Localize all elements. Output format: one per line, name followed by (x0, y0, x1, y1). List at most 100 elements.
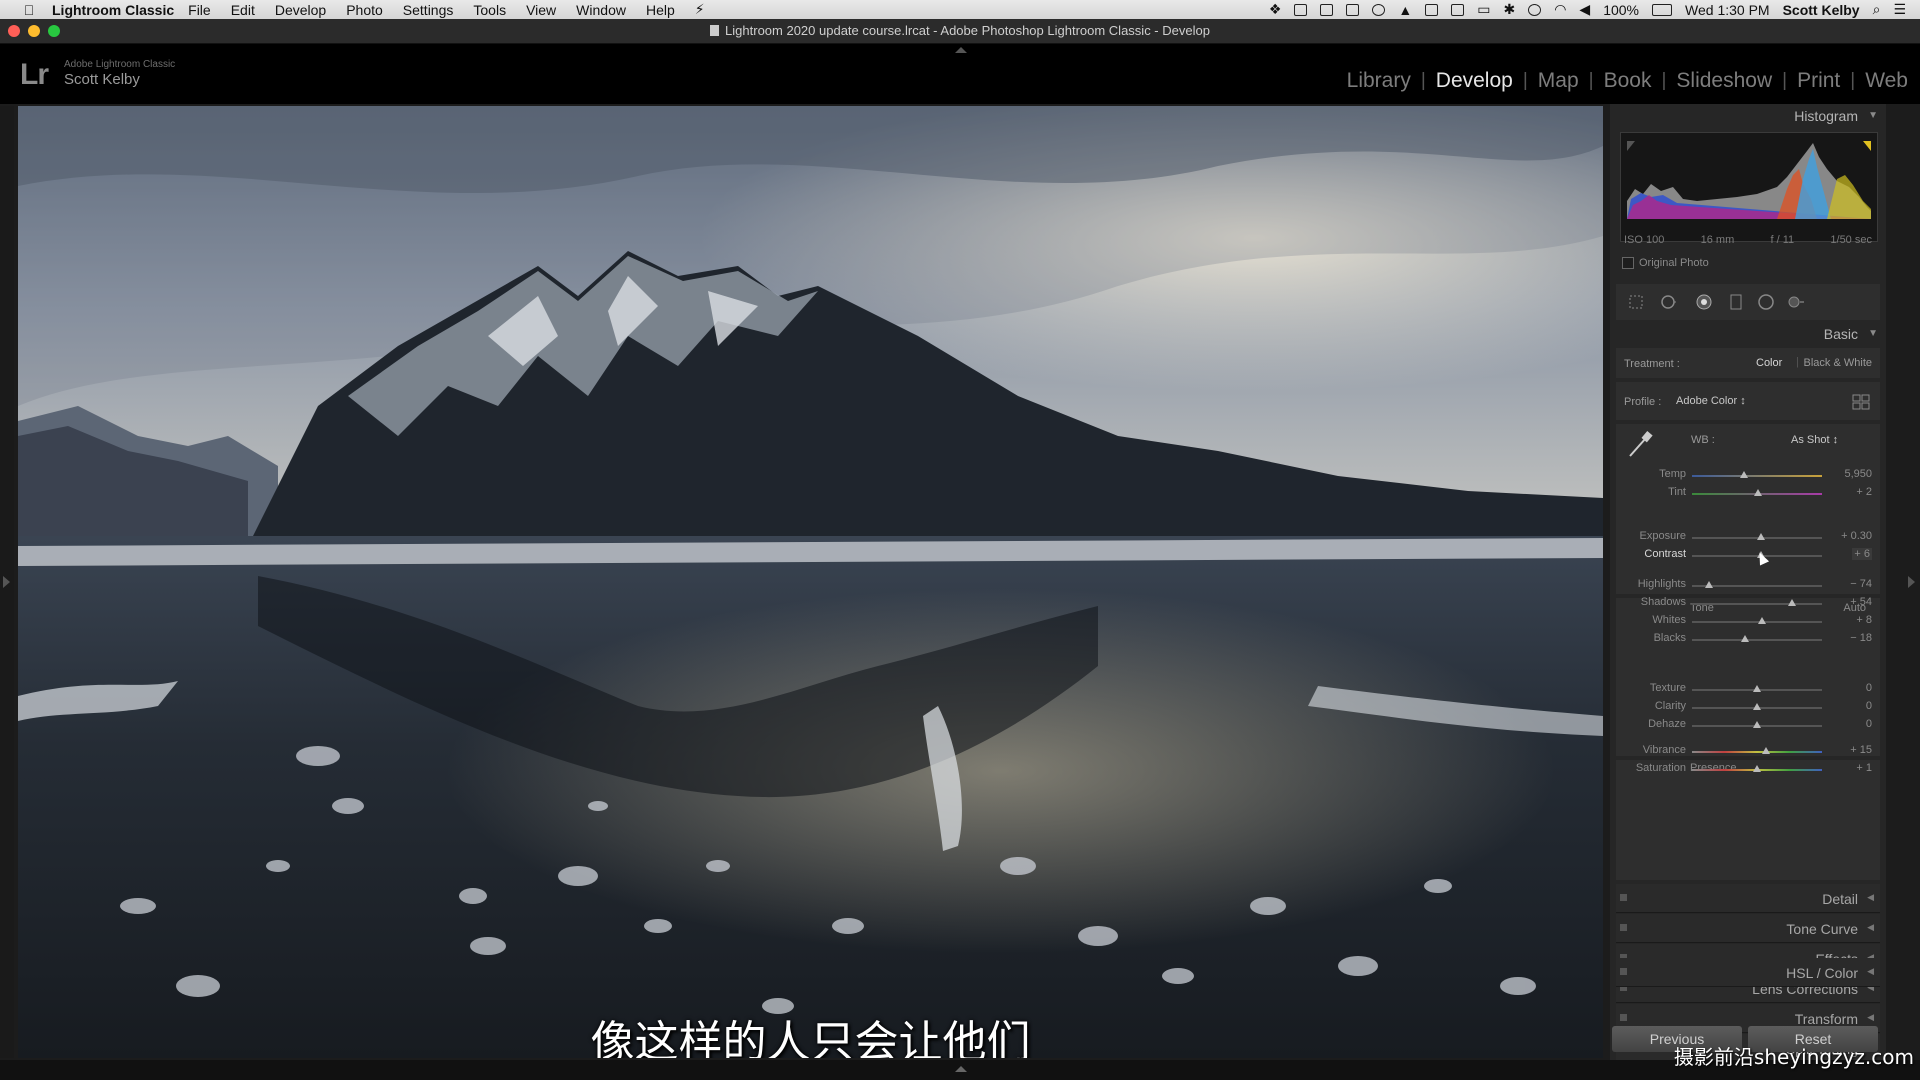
section-switch[interactable] (1620, 924, 1627, 931)
module-book[interactable]: Book (1594, 69, 1662, 93)
radial-filter-icon[interactable] (1758, 294, 1774, 310)
slider-thumb-blacks[interactable] (1741, 635, 1750, 642)
window-maximize-button[interactable] (48, 25, 60, 37)
slider-value-shadows[interactable]: + 54 (1850, 596, 1872, 608)
slider-track-dehaze[interactable] (1692, 721, 1822, 728)
photo-canvas[interactable]: 像这样的人只会让他们 (18, 106, 1603, 1058)
section-tone-curve[interactable]: Tone Curve ◀ (1616, 914, 1880, 943)
slider-thumb-tint[interactable] (1754, 489, 1763, 496)
menu-user[interactable]: Scott Kelby (1783, 2, 1860, 18)
apple-logo-icon[interactable]:  (18, 2, 40, 18)
section-switch[interactable] (1620, 1014, 1627, 1021)
slider-thumb-texture[interactable] (1753, 685, 1761, 692)
spot-removal-icon[interactable] (1660, 294, 1676, 310)
module-develop[interactable]: Develop (1426, 69, 1523, 93)
wifi-icon[interactable]: ◠ (1554, 1, 1566, 18)
slider-track-saturation[interactable] (1692, 765, 1822, 772)
onepassword-icon[interactable] (1372, 3, 1386, 16)
menu-develop[interactable]: Develop (275, 2, 326, 18)
slider-track-whites[interactable] (1692, 617, 1822, 624)
camera-icon[interactable] (1320, 3, 1334, 16)
slider-value-clarity[interactable]: 0 (1866, 700, 1872, 712)
section-switch[interactable] (1620, 968, 1627, 975)
airplay-icon[interactable]: ▭ (1477, 1, 1490, 18)
time-machine-icon[interactable] (1528, 3, 1542, 16)
slider-track-vibrance[interactable] (1692, 747, 1822, 754)
section-hsl-color[interactable]: HSL / Color ◀ (1616, 958, 1880, 987)
slider-track-texture[interactable] (1692, 685, 1822, 692)
menu-help[interactable]: Help (646, 2, 675, 18)
slider-value-highlights[interactable]: − 74 (1850, 578, 1872, 590)
screen-icon[interactable] (1346, 3, 1360, 16)
menu-clock[interactable]: Wed 1:30 PM (1685, 2, 1770, 18)
red-eye-icon[interactable] (1696, 294, 1712, 310)
slider-thumb-dehaze[interactable] (1753, 721, 1761, 728)
slider-value-temp[interactable]: 5,950 (1844, 468, 1872, 480)
menu-view[interactable]: View (526, 2, 556, 18)
slider-value-contrast[interactable]: + 6 (1852, 548, 1872, 560)
slider-thumb-highlights[interactable] (1704, 581, 1713, 588)
original-photo-checkbox[interactable] (1622, 257, 1634, 269)
slider-track-clarity[interactable] (1692, 703, 1822, 710)
dropbox-icon[interactable]: ❖ (1269, 1, 1282, 18)
slider-track-highlights[interactable] (1692, 581, 1822, 588)
slider-track-tint[interactable] (1692, 489, 1822, 496)
flame-icon[interactable]: ▲ (1398, 2, 1412, 18)
slider-value-blacks[interactable]: − 18 (1850, 632, 1872, 644)
module-library[interactable]: Library (1337, 69, 1421, 93)
module-map[interactable]: Map (1528, 69, 1589, 93)
status-icon-b[interactable] (1425, 3, 1439, 16)
filmstrip-toggle-icon[interactable] (955, 1066, 967, 1072)
basic-collapse-icon[interactable]: ▼ (1868, 328, 1878, 339)
slider-value-whites[interactable]: + 8 (1856, 614, 1872, 626)
slider-thumb-clarity[interactable] (1753, 703, 1761, 710)
slider-track-shadows[interactable] (1692, 599, 1822, 606)
lightning-icon[interactable]: ⚡︎ (695, 1, 705, 18)
original-photo-toggle[interactable]: Original Photo (1622, 257, 1709, 269)
menu-edit[interactable]: Edit (231, 2, 255, 18)
window-close-button[interactable] (8, 25, 20, 37)
slider-value-exposure[interactable]: + 0.30 (1841, 530, 1872, 542)
slider-track-temp[interactable] (1692, 471, 1822, 478)
section-switch[interactable] (1620, 894, 1627, 901)
menu-tools[interactable]: Tools (473, 2, 506, 18)
slider-track-blacks[interactable] (1692, 635, 1822, 642)
treatment-color-button[interactable]: Color (1756, 357, 1782, 369)
menu-app-name[interactable]: Lightroom Classic (52, 2, 174, 18)
slider-value-tint[interactable]: + 2 (1856, 486, 1872, 498)
profile-dropdown[interactable]: Adobe Color ↕︎ (1676, 395, 1746, 407)
slider-thumb-temp[interactable] (1740, 471, 1748, 478)
spotlight-search-icon[interactable]: ⌕ (1873, 1, 1881, 18)
graduated-filter-icon[interactable] (1728, 294, 1744, 310)
module-print[interactable]: Print (1787, 69, 1850, 93)
slider-value-dehaze[interactable]: 0 (1866, 718, 1872, 730)
menu-settings[interactable]: Settings (403, 2, 454, 18)
wb-dropdown[interactable]: As Shot ↕︎ (1791, 434, 1838, 446)
menu-photo[interactable]: Photo (346, 2, 383, 18)
battery-icon[interactable] (1652, 3, 1673, 16)
profile-browser-icon[interactable] (1852, 394, 1870, 410)
slider-value-texture[interactable]: 0 (1866, 682, 1872, 694)
slider-thumb-vibrance[interactable] (1762, 747, 1771, 754)
window-minimize-button[interactable] (28, 25, 40, 37)
section-detail[interactable]: Detail ◀ (1616, 884, 1880, 913)
module-slideshow[interactable]: Slideshow (1666, 69, 1782, 93)
histogram-title[interactable]: Histogram (1794, 108, 1858, 124)
top-panel-toggle[interactable] (955, 47, 967, 53)
slider-value-saturation[interactable]: + 1 (1856, 762, 1872, 774)
right-panel-toggle-icon[interactable] (1908, 576, 1915, 588)
wb-eyedropper-icon[interactable] (1626, 430, 1654, 460)
battery-percent[interactable]: 100% (1603, 2, 1639, 18)
slider-thumb-shadows[interactable] (1788, 599, 1797, 606)
basic-title[interactable]: Basic (1824, 326, 1858, 342)
slider-track-exposure[interactable] (1692, 533, 1822, 540)
module-web[interactable]: Web (1855, 69, 1908, 93)
bluetooth-icon[interactable]: ✱ (1503, 1, 1515, 18)
menu-file[interactable]: File (188, 2, 211, 18)
treatment-bw-button[interactable]: Black & White (1804, 357, 1872, 369)
volume-icon[interactable]: ◀ (1579, 1, 1590, 18)
slider-thumb-saturation[interactable] (1753, 765, 1761, 772)
slider-value-vibrance[interactable]: + 15 (1850, 744, 1872, 756)
status-icon-c[interactable] (1451, 3, 1465, 16)
menu-window[interactable]: Window (576, 2, 626, 18)
